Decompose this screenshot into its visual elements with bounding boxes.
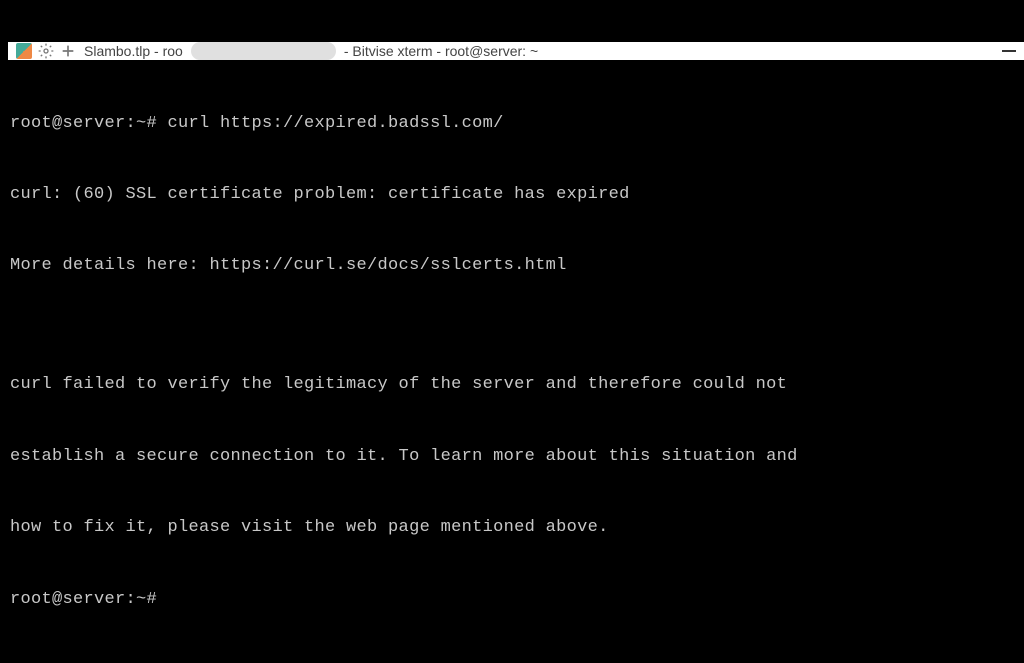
terminal-line: curl: (60) SSL certificate problem: cert… — [10, 183, 1022, 207]
terminal-line: More details here: https://curl.se/docs/… — [10, 254, 1022, 278]
terminal-prompt: root@server:~# — [10, 588, 1022, 612]
titlebar[interactable]: Slambo.tlp - roo - Bitvise xterm - root@… — [8, 42, 1024, 60]
plus-icon[interactable] — [60, 43, 76, 59]
gear-icon[interactable] — [38, 43, 54, 59]
redacted-region — [191, 42, 336, 60]
window-controls — [1002, 50, 1016, 52]
terminal-line: root@server:~# curl https://expired.bads… — [10, 112, 1022, 136]
window-title-right: - Bitvise xterm - root@server: ~ — [344, 43, 994, 59]
terminal-window: Slambo.tlp - roo - Bitvise xterm - root@… — [8, 42, 1024, 536]
terminal-output[interactable]: root@server:~# curl https://expired.bads… — [8, 60, 1024, 663]
prompt-text: root@server:~# — [10, 590, 157, 609]
titlebar-icons — [16, 43, 76, 59]
terminal-line: curl failed to verify the legitimacy of … — [10, 373, 1022, 397]
minimize-button[interactable] — [1002, 50, 1016, 52]
cursor — [168, 591, 177, 609]
app-icon[interactable] — [16, 43, 32, 59]
window-title-left: Slambo.tlp - roo — [84, 43, 183, 59]
terminal-line: how to fix it, please visit the web page… — [10, 516, 1022, 540]
terminal-line: establish a secure connection to it. To … — [10, 445, 1022, 469]
